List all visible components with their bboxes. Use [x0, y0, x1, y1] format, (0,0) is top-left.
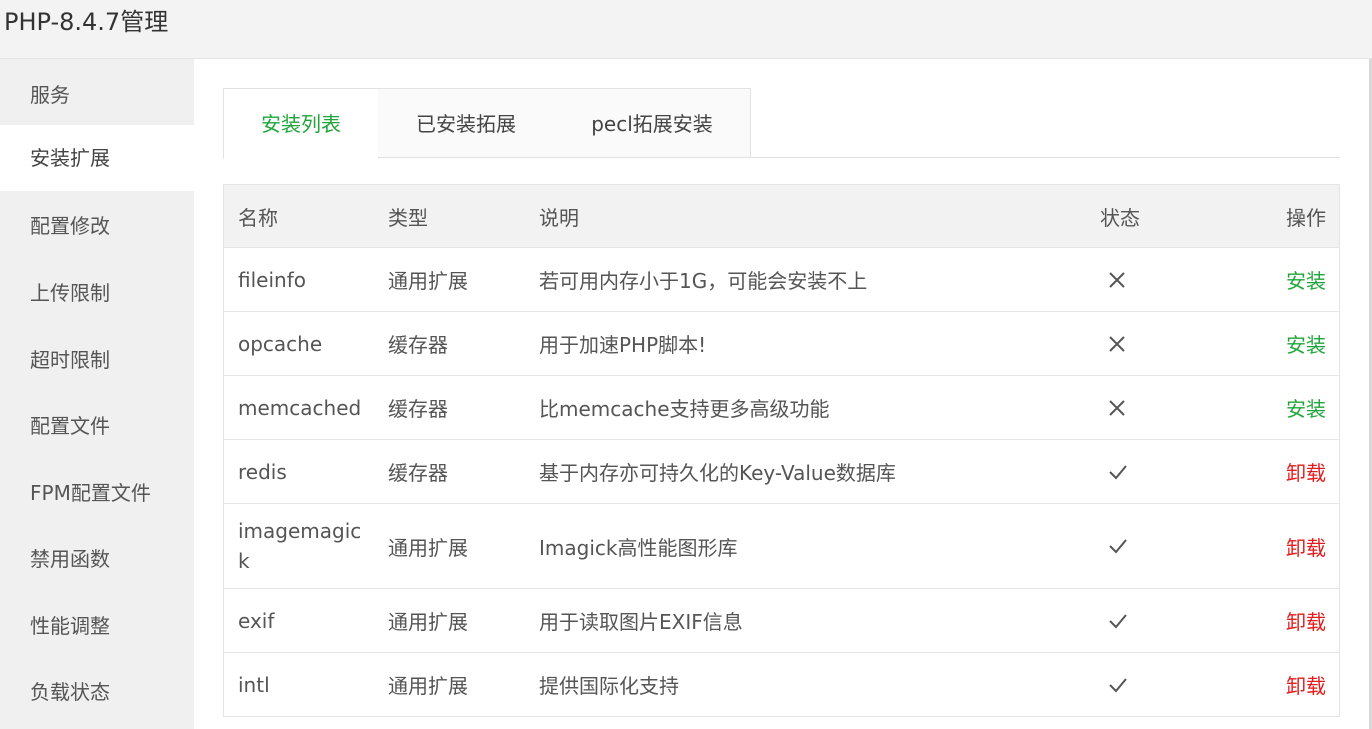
- extension-type: 通用扩展: [388, 674, 468, 698]
- extension-name: opcache: [238, 312, 368, 375]
- extension-type: 通用扩展: [388, 269, 468, 293]
- table-row: fileinfo 通用扩展 若可用内存小于1G，可能会安装不上 安装: [224, 248, 1339, 312]
- extension-table: 名称 类型 说明 状态 操作 fileinfo 通用扩展 若可用内存小于1G，可能会…: [223, 184, 1340, 717]
- tab-pecl-install[interactable]: pecl拓展安装: [554, 88, 751, 158]
- check-icon: [1100, 589, 1160, 652]
- uninstall-button[interactable]: 卸载: [1246, 653, 1326, 716]
- extension-name: intl: [238, 653, 368, 716]
- tab-bar: 安装列表 已安装拓展 pecl拓展安装: [223, 88, 1340, 159]
- header-operation: 操作: [1286, 205, 1326, 230]
- extension-description: 若可用内存小于1G，可能会安装不上: [539, 269, 868, 293]
- extension-type: 缓存器: [388, 333, 448, 357]
- extension-name: fileinfo: [238, 248, 368, 311]
- header-description: 说明: [539, 205, 579, 230]
- extension-description: 比memcache支持更多高级功能: [539, 397, 830, 421]
- uninstall-button[interactable]: 卸载: [1246, 589, 1326, 652]
- sidebar-item-upload-limit[interactable]: 上传限制: [0, 260, 194, 326]
- extension-name-text: imagemagick: [238, 519, 362, 573]
- extension-description: 用于加速PHP脚本!: [539, 333, 707, 357]
- uninstall-button[interactable]: 卸载: [1246, 440, 1326, 503]
- extension-name: redis: [238, 440, 368, 503]
- extension-type: 缓存器: [388, 397, 448, 421]
- extension-description: 提供国际化支持: [539, 674, 679, 698]
- table-row: intl 通用扩展 提供国际化支持 卸载: [224, 653, 1339, 717]
- table-row: opcache 缓存器 用于加速PHP脚本! 安装: [224, 312, 1339, 376]
- extension-name-text: intl: [238, 672, 270, 697]
- check-icon: [1100, 440, 1160, 503]
- sidebar: 服务 安装扩展 配置修改 上传限制 超时限制 配置文件 FPM配置文件 禁用函数…: [0, 59, 194, 729]
- extension-type: 通用扩展: [388, 535, 468, 560]
- header-status: 状态: [1100, 205, 1140, 230]
- extension-name: memcached: [238, 376, 368, 439]
- extension-name: exif: [238, 589, 368, 652]
- cross-icon: [1100, 376, 1160, 439]
- sidebar-item-service[interactable]: 服务: [0, 62, 194, 128]
- php-manager-window: PHP-8.4.7管理 服务 安装扩展 配置修改 上传限制 超时限制 配置文件 …: [0, 0, 1372, 729]
- sidebar-item-load-status[interactable]: 负载状态: [0, 659, 194, 725]
- extension-description: 基于内存亦可持久化的Key-Value数据库: [539, 461, 896, 485]
- sidebar-item-disabled-functions[interactable]: 禁用函数: [0, 526, 194, 592]
- table-row: memcached 缓存器 比memcache支持更多高级功能 安装: [224, 376, 1339, 440]
- extension-name-text: redis: [238, 459, 287, 484]
- check-icon: [1100, 504, 1160, 588]
- table-header: 名称 类型 说明 状态 操作: [224, 185, 1339, 248]
- table-row: imagemagick 通用扩展 Imagick高性能图形库 卸载: [224, 504, 1339, 589]
- sidebar-item-performance-tuning[interactable]: 性能调整: [0, 593, 194, 659]
- table-row: exif 通用扩展 用于读取图片EXIF信息 卸载: [224, 589, 1339, 653]
- cross-icon: [1100, 312, 1160, 375]
- header-type: 类型: [388, 205, 428, 230]
- title-bar: PHP-8.4.7管理: [0, 0, 1372, 59]
- extension-description: Imagick高性能图形库: [539, 535, 738, 560]
- table-row: redis 缓存器 基于内存亦可持久化的Key-Value数据库 卸载: [224, 440, 1339, 504]
- sidebar-item-install-extension[interactable]: 安装扩展: [0, 125, 194, 191]
- sidebar-item-fpm-config-file[interactable]: FPM配置文件: [0, 460, 194, 526]
- extension-description: 用于读取图片EXIF信息: [539, 610, 743, 634]
- install-button[interactable]: 安装: [1246, 248, 1326, 311]
- extension-name-text: memcached: [238, 395, 362, 420]
- header-name: 名称: [238, 205, 278, 230]
- sidebar-item-config-file[interactable]: 配置文件: [0, 393, 194, 459]
- tab-install-list[interactable]: 安装列表: [223, 88, 379, 159]
- install-button[interactable]: 安装: [1246, 376, 1326, 439]
- sidebar-item-timeout-limit[interactable]: 超时限制: [0, 327, 194, 393]
- extension-name-text: exif: [238, 608, 275, 633]
- sidebar-item-config-edit[interactable]: 配置修改: [0, 193, 194, 259]
- extension-name-text: fileinfo: [238, 267, 306, 292]
- extension-name: imagemagick: [238, 504, 368, 588]
- check-icon: [1100, 653, 1160, 716]
- extension-type: 通用扩展: [388, 610, 468, 634]
- tab-installed-extensions[interactable]: 已安装拓展: [378, 88, 555, 158]
- uninstall-button[interactable]: 卸载: [1246, 504, 1326, 588]
- extension-type: 缓存器: [388, 461, 448, 485]
- cross-icon: [1100, 248, 1160, 311]
- window-title: PHP-8.4.7管理: [4, 8, 169, 36]
- install-button[interactable]: 安装: [1246, 312, 1326, 375]
- extension-name-text: opcache: [238, 331, 323, 356]
